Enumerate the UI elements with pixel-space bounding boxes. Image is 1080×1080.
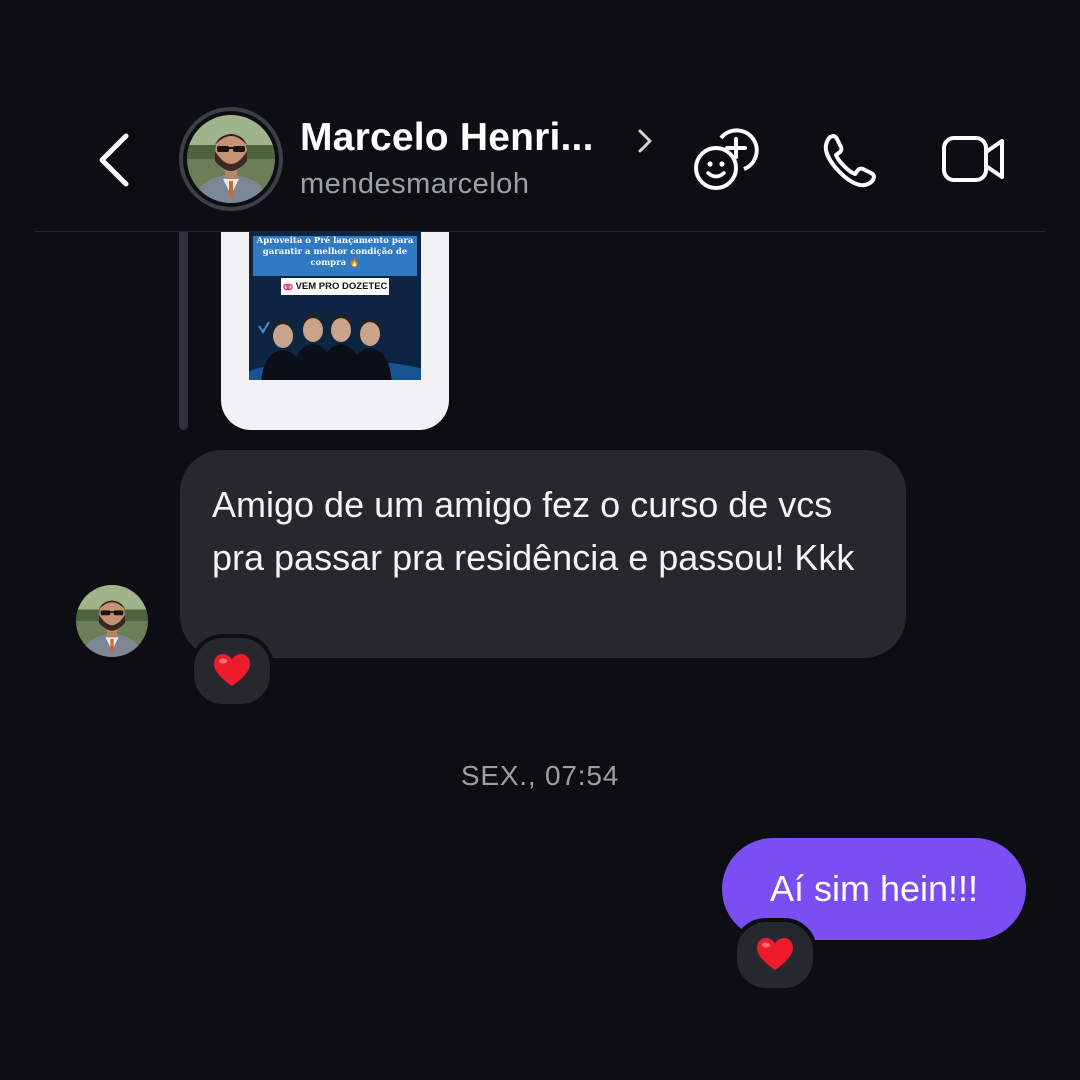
message-timestamp: SEX., 07:54: [460, 760, 620, 791]
message-reaction[interactable]: [733, 918, 817, 992]
incoming-message-bubble[interactable]: Amigo de um amigo fez o curso de vcs pra…: [180, 450, 906, 658]
link-icon: [282, 283, 293, 290]
story-banner-text: Aproveita o Pré lançamento para garantir…: [253, 236, 417, 276]
profile-photo: [187, 115, 275, 203]
story-cta: VEM PRO DOZETEC: [281, 278, 389, 295]
phone-icon: [823, 134, 876, 188]
add-people-button[interactable]: [688, 124, 760, 196]
contact-username: mendesmarceloh: [300, 168, 530, 200]
story-image: Aproveita o Pré lançamento para garantir…: [249, 232, 421, 380]
add-people-icon: [694, 128, 759, 190]
story-cta-label: VEM PRO DOZETEC: [295, 281, 388, 292]
chat-header: Marcelo Henri... mendesmarceloh: [0, 0, 1080, 232]
story-people-photo: [258, 315, 392, 380]
heart-icon: [757, 938, 793, 970]
reply-indicator-bar: [179, 232, 188, 430]
outgoing-message-text: Aí sim hein!!!: [769, 868, 979, 909]
shared-story-preview[interactable]: Aproveita o Pré lançamento para garantir…: [221, 232, 449, 430]
heart-icon: [214, 654, 250, 686]
contact-avatar[interactable]: [179, 107, 283, 211]
video-call-button[interactable]: [938, 124, 1010, 196]
message-reaction[interactable]: [190, 634, 274, 708]
profile-photo: [76, 585, 148, 657]
contact-name[interactable]: Marcelo Henri...: [300, 116, 594, 160]
chevron-right-icon: [638, 129, 652, 153]
voice-call-button[interactable]: [814, 124, 886, 196]
sender-avatar[interactable]: [76, 585, 148, 657]
back-button[interactable]: [92, 128, 142, 192]
back-icon: [99, 133, 129, 187]
video-camera-icon: [942, 136, 1004, 182]
